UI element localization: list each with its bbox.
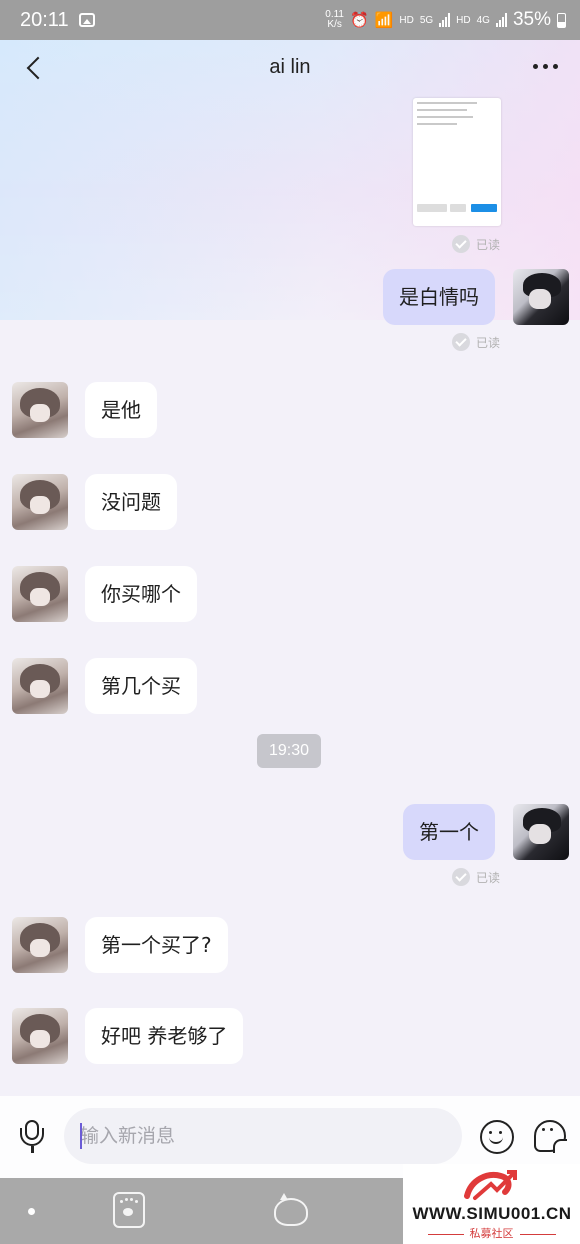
watermark-sub: 私募社区 <box>403 1225 580 1241</box>
emoji-icon[interactable] <box>480 1120 514 1154</box>
message-bubble-in[interactable]: 是他 <box>85 382 157 438</box>
network-5g: 5G <box>419 14 434 26</box>
contact-avatar[interactable] <box>12 566 68 622</box>
watermark-logo-icon <box>464 1170 517 1200</box>
cat-icon[interactable] <box>274 1193 308 1226</box>
text-caret <box>80 1123 82 1149</box>
sticker-icon[interactable] <box>534 1120 567 1153</box>
net-speed: 0.11 K/s <box>325 10 344 30</box>
battery-percent: 35% <box>512 9 551 30</box>
hd-label-2: HD <box>456 14 471 26</box>
net-speed-unit: K/s <box>327 19 342 30</box>
read-receipt: 已读 <box>451 868 500 886</box>
wifi-icon: 📶 <box>374 12 394 29</box>
self-avatar[interactable] <box>513 269 569 325</box>
message-bubble-in[interactable]: 没问题 <box>85 474 177 530</box>
read-receipt: 已读 <box>451 235 500 253</box>
voice-input-button[interactable] <box>14 1118 50 1156</box>
contact-avatar[interactable] <box>12 474 68 530</box>
chat-top-bar: ai lin <box>0 40 580 96</box>
read-receipt: 已读 <box>451 333 500 351</box>
status-indicators: 0.11 K/s ⏰ 📶 HD 5G HD 4G 35% <box>325 9 566 31</box>
contact-avatar[interactable] <box>12 658 68 714</box>
screenshot-image-message[interactable] <box>413 98 501 226</box>
message-bubble-out[interactable]: 是白情吗 <box>383 269 495 325</box>
read-label: 已读 <box>475 335 500 350</box>
site-watermark: WWW.SIMU001.CN 私募社区 <box>403 1164 580 1244</box>
alarm-icon: ⏰ <box>350 12 369 29</box>
check-icon <box>451 235 470 253</box>
battery-icon <box>557 12 566 28</box>
status-bar: 20:11 0.11 K/s ⏰ 📶 HD 5G HD 4G 35% <box>0 0 580 40</box>
more-options-button[interactable] <box>533 64 558 69</box>
contact-avatar[interactable] <box>12 917 68 973</box>
status-time: 20:11 <box>20 8 69 31</box>
chat-title: ai lin <box>269 56 311 78</box>
contact-avatar[interactable] <box>12 382 68 438</box>
message-bubble-in[interactable]: 第一个买了? <box>85 917 228 973</box>
check-icon <box>451 333 470 351</box>
time-divider: 19:30 <box>257 734 321 768</box>
message-bubble-in[interactable]: 你买哪个 <box>85 566 197 622</box>
check-icon <box>451 868 470 886</box>
hd-label-1: HD <box>399 14 414 26</box>
self-avatar[interactable] <box>513 804 569 860</box>
message-input[interactable] <box>64 1108 462 1164</box>
message-bubble-in[interactable]: 好吧 养老够了 <box>85 1008 244 1064</box>
read-label: 已读 <box>475 237 500 252</box>
gallery-icon <box>78 13 95 27</box>
message-bubble-in[interactable]: 第几个买 <box>85 658 197 714</box>
dot-icon <box>28 1208 35 1215</box>
signal-icon-1 <box>439 13 451 27</box>
contact-avatar[interactable] <box>12 1008 68 1064</box>
network-4g: 4G <box>476 14 490 26</box>
message-bubble-out[interactable]: 第一个 <box>403 804 495 860</box>
signal-icon-2 <box>495 13 507 27</box>
watermark-site: WWW.SIMU001.CN <box>412 1204 572 1223</box>
paw-icon[interactable] <box>113 1192 145 1228</box>
read-label: 已读 <box>475 870 500 885</box>
